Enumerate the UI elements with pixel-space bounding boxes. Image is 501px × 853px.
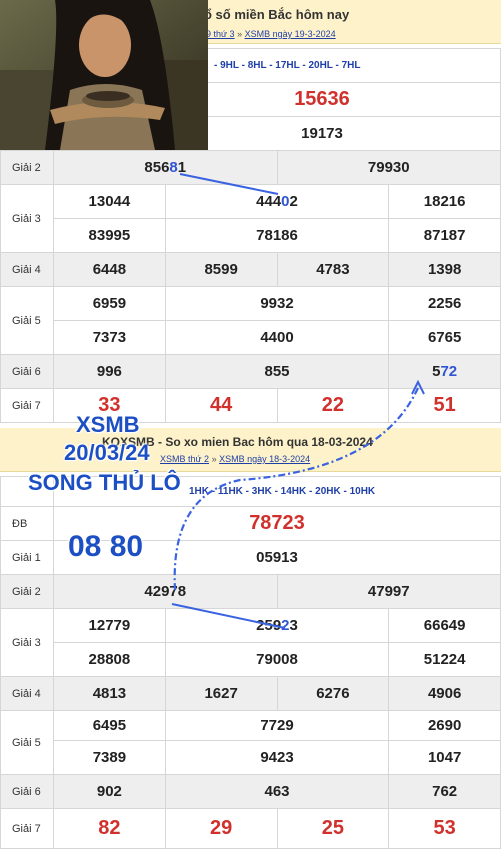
table-row: Giải 5 6495 7729 2690 [0, 710, 501, 775]
row-label: Giải 3 [0, 608, 54, 677]
prize-value: 44 [164, 388, 278, 423]
table-row: Giải 4 6448 8599 4783 1398 [0, 252, 501, 287]
prize-value: 12779 [53, 608, 166, 643]
top-title: ổ số miền Bắc hôm nay [204, 7, 350, 22]
prize-value: 7729 [164, 710, 390, 741]
prize-value: 6495 [53, 710, 166, 741]
bottom-link-date[interactable]: XSMB ngày 18-3-2024 [219, 454, 310, 464]
prize-value: 762 [388, 774, 501, 809]
row-label: Giải 3 [0, 184, 54, 253]
row-label: Giải 7 [0, 808, 54, 849]
row-label: Giải 5 [0, 286, 54, 355]
prize-value: 18216 [388, 184, 501, 219]
prize-value: 28808 [53, 642, 166, 677]
prize-value: 6959 [53, 286, 166, 321]
bottom-link-day[interactable]: XSMB thứ 2 [160, 454, 209, 464]
table-row: Giải 6 996 855 572 [0, 354, 501, 389]
prize-value: 1398 [388, 252, 501, 287]
prize-value: 4783 [276, 252, 390, 287]
prize-value: 51224 [388, 642, 501, 677]
row-label: ĐB [0, 506, 54, 541]
prize-value: 83995 [53, 218, 166, 253]
prize-value: 4906 [388, 676, 501, 711]
table-row: 7373 4400 6765 [1, 320, 501, 355]
prize-value: 855 [164, 354, 390, 389]
prize-value: 7373 [53, 320, 166, 355]
separator: » [237, 29, 245, 39]
table-row: Giải 7 82 29 25 53 [0, 808, 501, 849]
top-link-date[interactable]: XSMB ngày 19-3-2024 [245, 29, 336, 39]
prize-value: 4400 [164, 320, 390, 355]
prize-value: 902 [53, 774, 166, 809]
row-label: Giải 5 [0, 710, 54, 775]
row-label: Giải 2 [0, 150, 54, 185]
prize-value: 79930 [276, 150, 501, 185]
prize-value: 53 [388, 808, 501, 849]
prize-value: 6448 [53, 252, 166, 287]
table-row: Giải 2 42978 47997 [0, 574, 501, 609]
table-row: 28808 79008 51224 [1, 642, 501, 677]
row-label: Giải 4 [0, 676, 54, 711]
table-row: Giải 3 13044 44402 18216 [0, 184, 501, 253]
overlay-date: 20/03/24 [64, 440, 150, 465]
prize-value: 82 [53, 808, 166, 849]
table-row: Giải 5 6959 9932 2256 [0, 286, 501, 355]
prize-value: 572 [388, 354, 501, 389]
prize-value: 13044 [53, 184, 166, 219]
row-label: Giải 4 [0, 252, 54, 287]
row-label: Giải 6 [0, 774, 54, 809]
prize-value: 8599 [164, 252, 278, 287]
row-label: Giải 6 [0, 354, 54, 389]
table-row: 83995 78186 87187 [1, 218, 501, 253]
prize-value: 2690 [388, 710, 501, 741]
prize-value: 79008 [164, 642, 390, 677]
prize-value: 4813 [53, 676, 166, 711]
prize-value: 42978 [53, 574, 278, 609]
table-row: 7389 9423 1047 [1, 740, 501, 775]
prize-value: 87187 [388, 218, 501, 253]
separator: » [211, 454, 220, 464]
table-row: Giải 2 85681 79930 [0, 150, 501, 185]
prize-value: 29 [164, 808, 278, 849]
prize-value: 47997 [276, 574, 501, 609]
prize-value: 9932 [164, 286, 390, 321]
prize-value: 2256 [388, 286, 501, 321]
prize-value: 51 [388, 388, 501, 423]
character-illustration [0, 0, 208, 150]
top-link-day[interactable]: 9 thứ 3 [206, 29, 235, 39]
overlay-xsmb: XSMB [76, 412, 140, 437]
row-label: Giải 7 [0, 388, 54, 423]
table-row: Giải 3 12779 25923 66649 [0, 608, 501, 677]
table-row: Giải 6 902 463 762 [0, 774, 501, 809]
prize-value: 25 [276, 808, 390, 849]
prize-value: 1047 [388, 740, 501, 775]
prize-value: 66649 [388, 608, 501, 643]
prize-value: 25923 [164, 608, 390, 643]
character-photo [0, 0, 208, 150]
prize-value: 1627 [164, 676, 278, 711]
prize-value: 6765 [388, 320, 501, 355]
prize-value: 463 [164, 774, 390, 809]
prize-value: 78186 [164, 218, 390, 253]
row-label: Giải 1 [0, 540, 54, 575]
table-row: Giải 4 4813 1627 6276 4906 [0, 676, 501, 711]
prize-value: 85681 [53, 150, 278, 185]
bottom-breadcrumb: XSMB thứ 2 » XSMB ngày 18-3-2024 [160, 454, 310, 464]
overlay-pair: 08 80 [68, 530, 144, 563]
row-label: Giải 2 [0, 574, 54, 609]
prize-value: 22 [276, 388, 390, 423]
overlay-song-thu-lo: SONG THỦ LÔ [28, 470, 181, 495]
prize-value: 7389 [53, 740, 166, 775]
prize-value: 44402 [164, 184, 390, 219]
top-breadcrumb: 9 thứ 3 » XSMB ngày 19-3-2024 [206, 29, 336, 39]
prize-value: 6276 [276, 676, 390, 711]
prize-value: 9423 [164, 740, 390, 775]
prize-value: 996 [53, 354, 166, 389]
